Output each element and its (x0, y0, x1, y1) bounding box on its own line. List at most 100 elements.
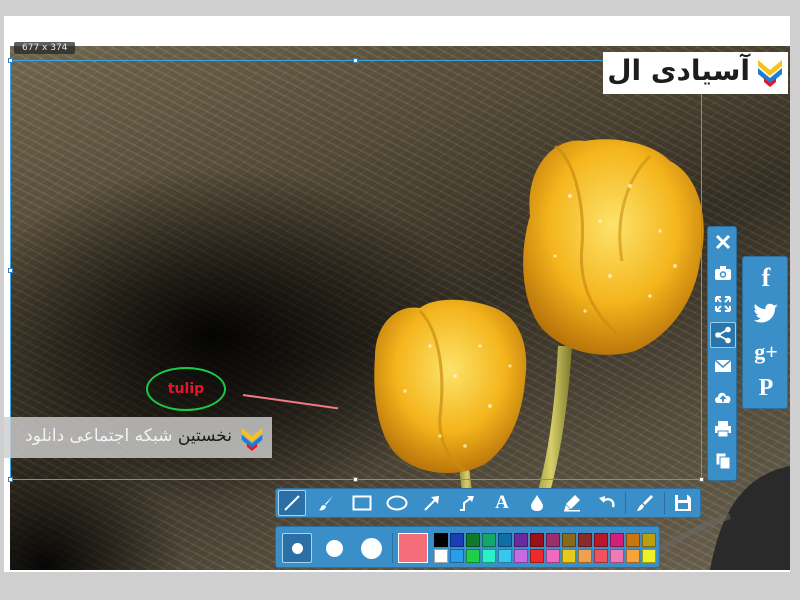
save-icon (675, 495, 691, 511)
facebook-button[interactable]: f (750, 261, 782, 295)
color-swatch[interactable] (642, 533, 656, 547)
color-swatch[interactable] (450, 533, 464, 547)
selection-size-label: 677 x 374 (14, 42, 76, 54)
upload-button[interactable] (710, 384, 736, 410)
email-button[interactable] (710, 353, 736, 379)
color-swatch[interactable] (530, 533, 544, 547)
blur-tool-button[interactable] (523, 490, 551, 516)
text-tool-button[interactable]: A (488, 490, 516, 516)
close-button[interactable] (710, 229, 736, 255)
color-swatch[interactable] (450, 549, 464, 563)
color-swatch[interactable] (594, 533, 608, 547)
watermark-text: نخستین شبکه اجتماعی دانلود (25, 426, 232, 446)
resize-handle-ml[interactable] (8, 268, 13, 273)
resize-handle-tm[interactable] (353, 58, 358, 63)
pinterest-icon: P (758, 374, 774, 401)
watermark-banner: نخستین شبکه اجتماعی دانلود (4, 417, 272, 458)
brush-icon (319, 496, 333, 511)
color-swatch[interactable] (530, 549, 544, 563)
undo-icon (599, 496, 615, 508)
marker-icon (564, 495, 580, 512)
color-swatch[interactable] (498, 533, 512, 547)
style-toolbar (275, 526, 660, 568)
print-icon (715, 421, 731, 438)
color-swatch[interactable] (626, 533, 640, 547)
color-swatch[interactable] (578, 533, 592, 547)
eraser-icon (637, 495, 653, 511)
drawing-toolbar: A (275, 488, 701, 518)
color-swatch[interactable] (466, 533, 480, 547)
fullscreen-button[interactable] (710, 291, 736, 317)
site-logo: آسیادی ال (603, 52, 788, 94)
googleplus-icon: g+ (754, 339, 778, 364)
print-button[interactable] (710, 416, 736, 442)
color-swatch[interactable] (514, 533, 528, 547)
brush-tool-button[interactable] (313, 490, 341, 516)
watermark-rest: شبکه اجتماعی دانلود (25, 426, 173, 446)
copy-icon (715, 452, 731, 470)
social-share-bar: f g+ P (742, 256, 788, 409)
rectangle-tool-button[interactable] (348, 490, 376, 516)
color-swatch[interactable] (610, 533, 624, 547)
brush-size-small[interactable] (282, 533, 312, 563)
brush-size-medium[interactable] (319, 533, 349, 563)
googleplus-button[interactable]: g+ (750, 335, 782, 369)
logo-text: آسیادی ال (607, 54, 750, 87)
curved-arrow-icon (460, 496, 474, 511)
color-swatch[interactable] (498, 549, 512, 563)
save-button[interactable] (669, 490, 697, 516)
blur-drop-icon (531, 495, 543, 511)
color-swatch[interactable] (642, 549, 656, 563)
brush-size-large[interactable] (356, 533, 386, 563)
toolbar-separator (625, 492, 626, 514)
color-swatch[interactable] (482, 549, 496, 563)
ellipse-icon (386, 495, 408, 511)
color-swatch[interactable] (482, 533, 496, 547)
color-swatch[interactable] (578, 549, 592, 563)
color-swatch[interactable] (434, 549, 448, 563)
line-tool-button[interactable] (278, 490, 306, 516)
color-swatch[interactable] (562, 533, 576, 547)
current-color-swatch[interactable] (398, 533, 428, 563)
marker-tool-button[interactable] (558, 490, 586, 516)
color-swatch[interactable] (546, 533, 560, 547)
color-swatch[interactable] (434, 533, 448, 547)
eraser-tool-button[interactable] (631, 490, 659, 516)
color-swatch[interactable] (546, 549, 560, 563)
size-dot-small (291, 542, 303, 554)
resize-handle-br[interactable] (699, 477, 704, 482)
arrow-tool-button[interactable] (418, 490, 446, 516)
facebook-icon: f (761, 263, 771, 292)
ellipse-annotation-text: tulip (167, 381, 205, 397)
side-toolbar (707, 226, 737, 481)
pinterest-button[interactable]: P (750, 371, 782, 405)
twitter-button[interactable] (750, 297, 782, 331)
line-icon (284, 495, 300, 511)
twitter-bird-icon (753, 303, 778, 323)
resize-handle-tl[interactable] (8, 58, 13, 63)
resize-handle-bm[interactable] (353, 477, 358, 482)
color-swatch[interactable] (466, 549, 480, 563)
color-swatch[interactable] (626, 549, 640, 563)
curved-arrow-tool-button[interactable] (453, 490, 481, 516)
resize-handle-bl[interactable] (8, 477, 13, 482)
share-button[interactable] (710, 322, 736, 348)
rectangle-icon (352, 495, 372, 511)
mail-icon (714, 359, 732, 372)
color-swatch[interactable] (594, 549, 608, 563)
toolbar-separator (664, 492, 665, 514)
arrow-icon (424, 496, 439, 511)
color-swatch[interactable] (514, 549, 528, 563)
close-icon (715, 234, 731, 250)
copy-button[interactable] (710, 448, 736, 474)
color-swatch[interactable] (562, 549, 576, 563)
camera-icon (715, 266, 731, 280)
color-swatch[interactable] (610, 549, 624, 563)
screenshot-button[interactable] (710, 260, 736, 286)
text-icon: A (495, 492, 509, 513)
size-dot-large (360, 537, 382, 559)
undo-button[interactable] (593, 490, 621, 516)
ellipse-annotation[interactable]: tulip (146, 367, 226, 411)
ellipse-tool-button[interactable] (383, 490, 411, 516)
watermark-chevron-icon (241, 427, 263, 451)
